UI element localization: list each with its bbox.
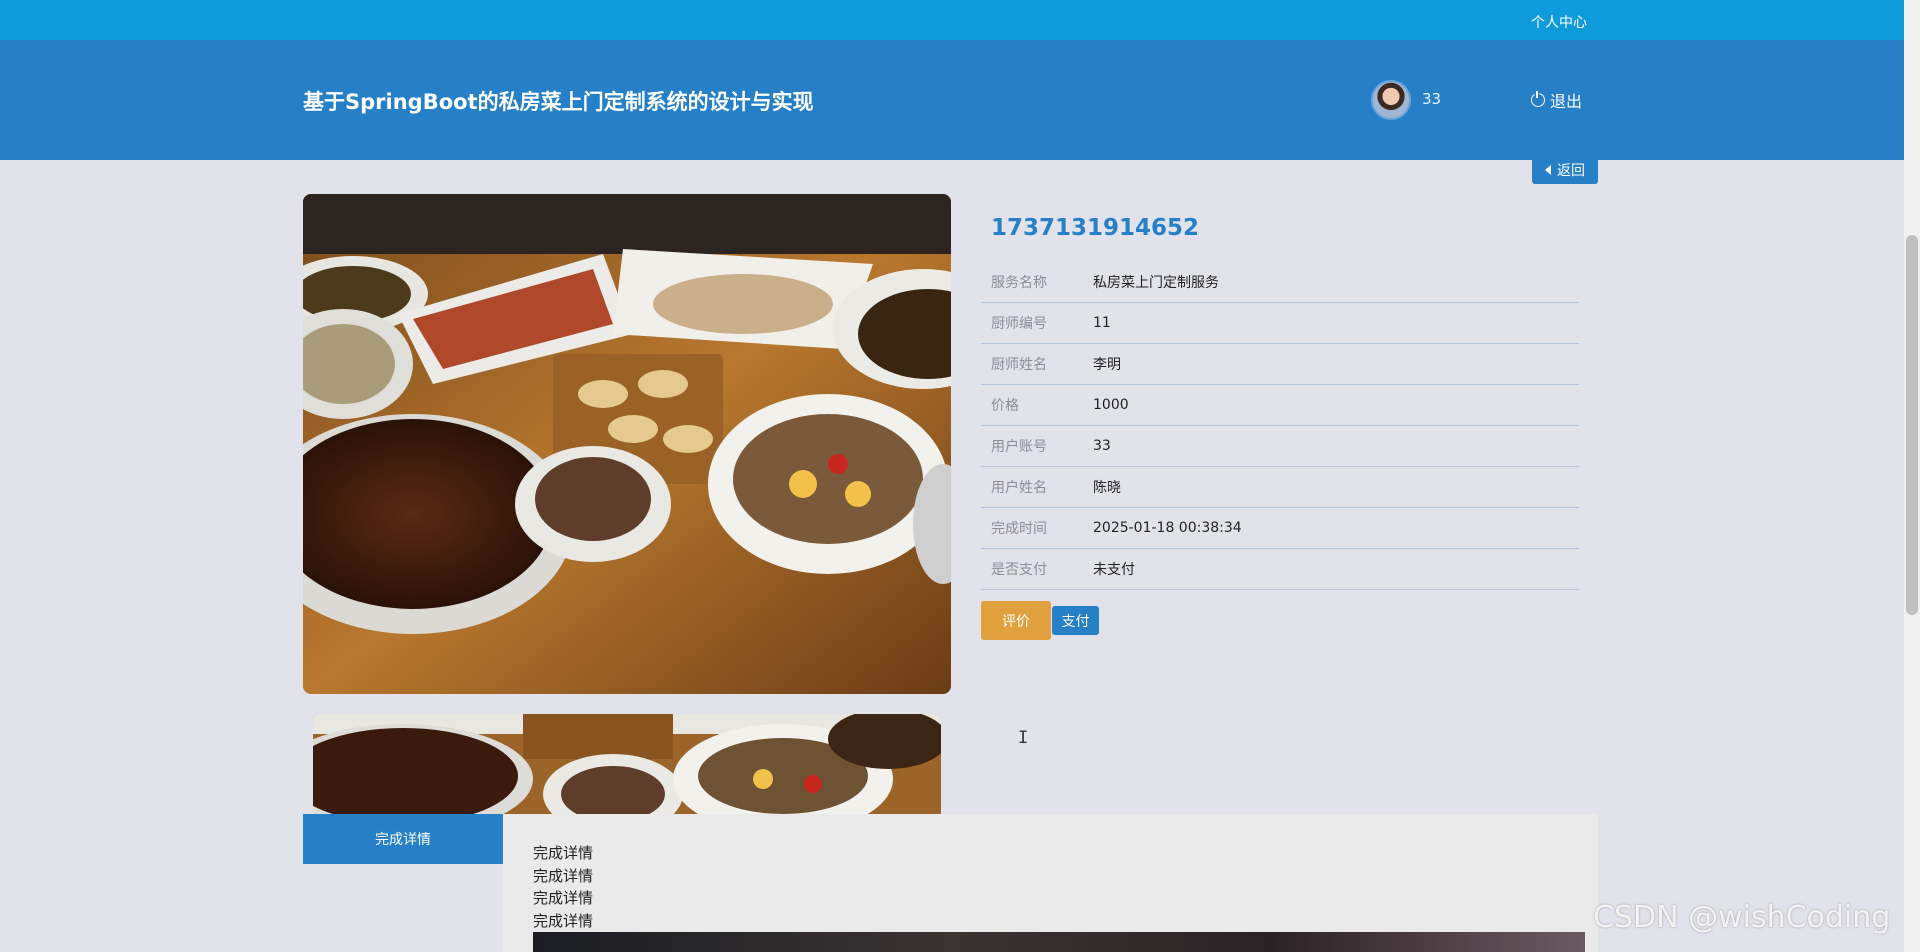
- field-label: 用户姓名: [991, 480, 1047, 496]
- content-image: [533, 932, 1585, 952]
- detail-row: 是否支付 未支付: [981, 549, 1579, 590]
- back-button[interactable]: 返回: [1532, 155, 1598, 184]
- field-value: 陈晓: [1093, 480, 1121, 496]
- field-value: 李明: [1093, 357, 1121, 373]
- site-title: 基于SpringBoot的私房菜上门定制系统的设计与实现: [303, 90, 814, 114]
- detail-row: 厨师编号 11: [981, 303, 1579, 344]
- field-value: 1000: [1093, 397, 1129, 413]
- power-icon: [1531, 91, 1545, 107]
- order-detail-table: 服务名称 私房菜上门定制服务 厨师编号 11 厨师姓名 李明 价格 1000 用…: [981, 262, 1579, 590]
- field-label: 价格: [991, 398, 1019, 414]
- product-main-image: [303, 194, 951, 694]
- text-cursor-icon: I: [1018, 728, 1029, 748]
- field-value: 2025-01-18 00:38:34: [1093, 520, 1242, 536]
- logout-button[interactable]: 退出: [1531, 88, 1582, 112]
- field-label: 用户账号: [991, 439, 1047, 455]
- user-avatar[interactable]: [1371, 80, 1411, 120]
- personal-center-link[interactable]: 个人中心: [1531, 12, 1587, 32]
- watermark: CSDN @wishCoding: [1593, 900, 1891, 935]
- logout-label: 退出: [1550, 92, 1583, 111]
- product-thumbnail[interactable]: [313, 714, 941, 814]
- order-number: 1737131914652: [991, 215, 1200, 241]
- pay-button[interactable]: 支付: [1052, 606, 1099, 635]
- review-button[interactable]: 评价: [981, 601, 1051, 640]
- detail-tab-panel: 完成详情 完成详情 完成详情 完成详情 完成详情: [303, 814, 1598, 952]
- content-line: 完成详情: [533, 911, 594, 930]
- detail-row: 用户账号 33: [981, 426, 1579, 467]
- field-value: 未支付: [1093, 562, 1135, 578]
- caret-left-icon: [1545, 164, 1551, 175]
- field-label: 完成时间: [991, 521, 1047, 537]
- detail-row: 完成时间 2025-01-18 00:38:34: [981, 508, 1579, 549]
- content-line: 完成详情: [533, 844, 594, 862]
- field-label: 服务名称: [991, 275, 1047, 291]
- tab-content: 完成详情 完成详情 完成详情 完成详情: [533, 842, 593, 932]
- field-label: 是否支付: [991, 562, 1047, 578]
- back-label: 返回: [1557, 162, 1585, 179]
- top-bar: 个人中心: [0, 0, 1904, 40]
- detail-row: 厨师姓名 李明: [981, 344, 1579, 385]
- scrollbar-thumb[interactable]: [1906, 235, 1918, 615]
- field-label: 厨师姓名: [991, 357, 1047, 373]
- content-line: 完成详情: [533, 889, 594, 907]
- field-value: 11: [1093, 315, 1111, 331]
- field-label: 厨师编号: [991, 316, 1047, 332]
- detail-row: 价格 1000: [981, 385, 1579, 426]
- content-line: 完成详情: [533, 866, 594, 885]
- detail-row: 用户姓名 陈晓: [981, 467, 1579, 508]
- username[interactable]: 33: [1422, 90, 1441, 108]
- site-header: 基于SpringBoot的私房菜上门定制系统的设计与实现 33 退出: [0, 40, 1904, 160]
- field-value: 33: [1093, 438, 1111, 454]
- tab-completion-details[interactable]: 完成详情: [303, 814, 503, 864]
- field-value: 私房菜上门定制服务: [1093, 275, 1219, 291]
- detail-row: 服务名称 私房菜上门定制服务: [981, 262, 1579, 303]
